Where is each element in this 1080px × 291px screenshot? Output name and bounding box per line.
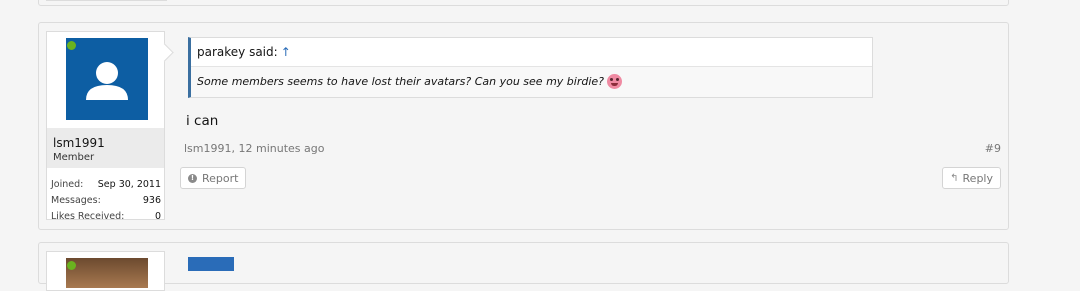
stat-messages: Messages: 936: [51, 194, 161, 210]
message-text: i can: [186, 113, 219, 129]
stat-label: Joined:: [51, 179, 84, 190]
reply-arrow-icon: ↰: [950, 172, 959, 184]
online-status-indicator: [67, 41, 76, 50]
username[interactable]: lsm1991: [53, 136, 105, 150]
user-title: Member: [53, 152, 95, 163]
user-stats: Joined: Sep 30, 2011 Messages: 936 Likes…: [51, 178, 161, 226]
tongue-out-emoji-icon: [607, 74, 622, 89]
post-card: lsm1991 Member Joined: Sep 30, 2011 Mess…: [38, 22, 1009, 230]
previous-post-card: [38, 0, 1009, 6]
stat-joined: Joined: Sep 30, 2011: [51, 178, 161, 194]
next-user-panel: [46, 251, 165, 291]
default-user-icon: [86, 62, 128, 100]
avatar[interactable]: [66, 38, 148, 120]
stat-value: 0: [154, 211, 161, 222]
quote-author: parakey said:: [197, 45, 278, 59]
jump-to-quote-icon[interactable]: ↑: [281, 45, 291, 59]
stat-label: Likes Received:: [51, 211, 125, 222]
quote-header: parakey said: ↑: [191, 38, 872, 67]
post-meta[interactable]: lsm1991, 12 minutes ago: [184, 142, 324, 155]
report-button[interactable]: ! Report: [180, 167, 247, 189]
quote-text: Some members seems to have lost their av…: [197, 75, 604, 88]
reply-button[interactable]: ↰ Reply: [942, 167, 1001, 189]
user-name-block: lsm1991 Member: [47, 128, 164, 168]
previous-user-panel: [46, 0, 167, 1]
stat-label: Messages:: [51, 195, 101, 206]
stat-value: Sep 30, 2011: [97, 179, 161, 190]
user-panel: lsm1991 Member Joined: Sep 30, 2011 Mess…: [46, 31, 165, 222]
next-avatar[interactable]: [66, 258, 148, 288]
reply-label: Reply: [962, 171, 993, 185]
report-label: Report: [202, 171, 239, 185]
report-icon: !: [188, 173, 197, 183]
stat-likes: Likes Received: 0: [51, 210, 161, 226]
next-post-card: [38, 242, 1009, 291]
stat-value[interactable]: 936: [143, 194, 161, 210]
quote-block: parakey said: ↑ Some members seems to hav…: [188, 37, 873, 98]
quote-body: Some members seems to have lost their av…: [191, 67, 872, 97]
post-number-link[interactable]: #9: [985, 142, 1001, 155]
